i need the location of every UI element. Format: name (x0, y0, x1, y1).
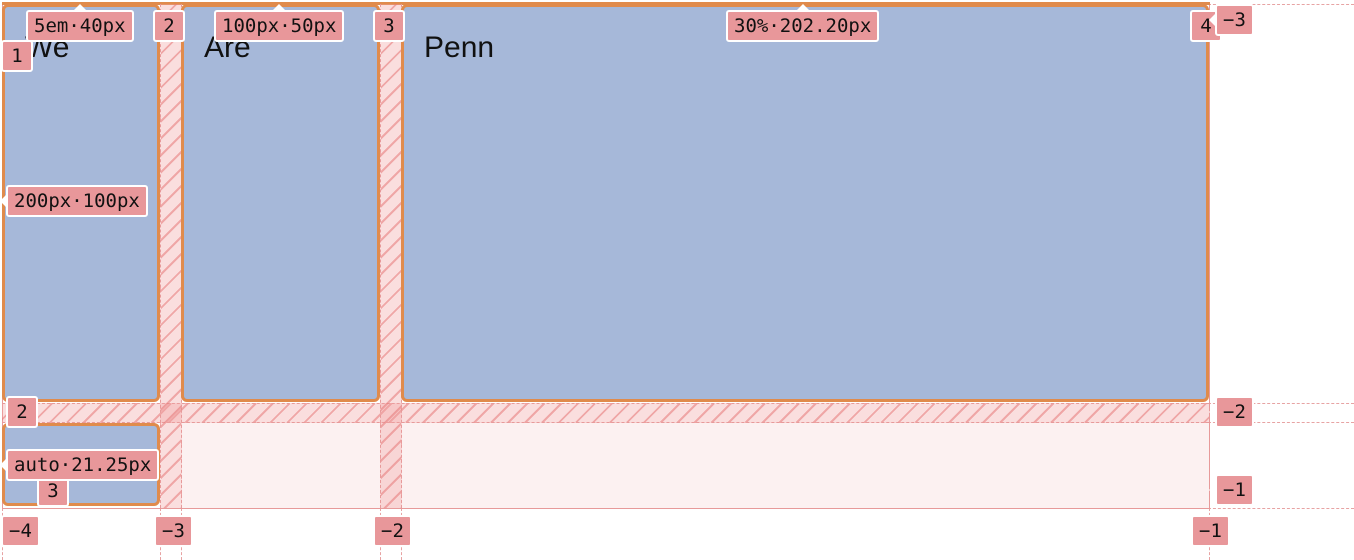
column-line-number-1: 1 (1, 40, 33, 72)
column-gap-1 (160, 4, 182, 508)
column-size-label-2: 100px·50px (214, 4, 345, 42)
column-line-number-3: 3 (373, 10, 405, 42)
column-line-number-neg-3: −3 (154, 515, 193, 547)
column-line-number-neg-4: −4 (1, 515, 40, 547)
row-line-number-neg-2: −2 (1209, 396, 1254, 428)
grid-line-row-bottom (1208, 508, 1354, 509)
row-line-number-neg-1: −1 (1209, 474, 1254, 506)
grid-item-penn-text: Penn (424, 31, 495, 64)
column-line-number-neg-2: −2 (373, 515, 412, 547)
row-line-number-2: 2 (6, 396, 38, 428)
row-gap (2, 403, 1209, 423)
column-gap-2 (380, 4, 402, 508)
grid-item-are: Are (181, 4, 380, 402)
column-size-label-3: 30%·202.20px (726, 4, 880, 42)
column-line-number-neg-1: −1 (1191, 515, 1230, 547)
empty-grid-area (181, 422, 1209, 508)
column-line-number-2: 2 (153, 10, 185, 42)
column-size-label-1: 5em·40px (26, 4, 134, 42)
row-size-label-1: 200px·100px (0, 185, 148, 217)
grid-item-penn: Penn (401, 4, 1209, 402)
row-line-number-neg-3: −3 (1209, 4, 1254, 36)
row-size-label-2: auto·21.25px (0, 449, 160, 481)
